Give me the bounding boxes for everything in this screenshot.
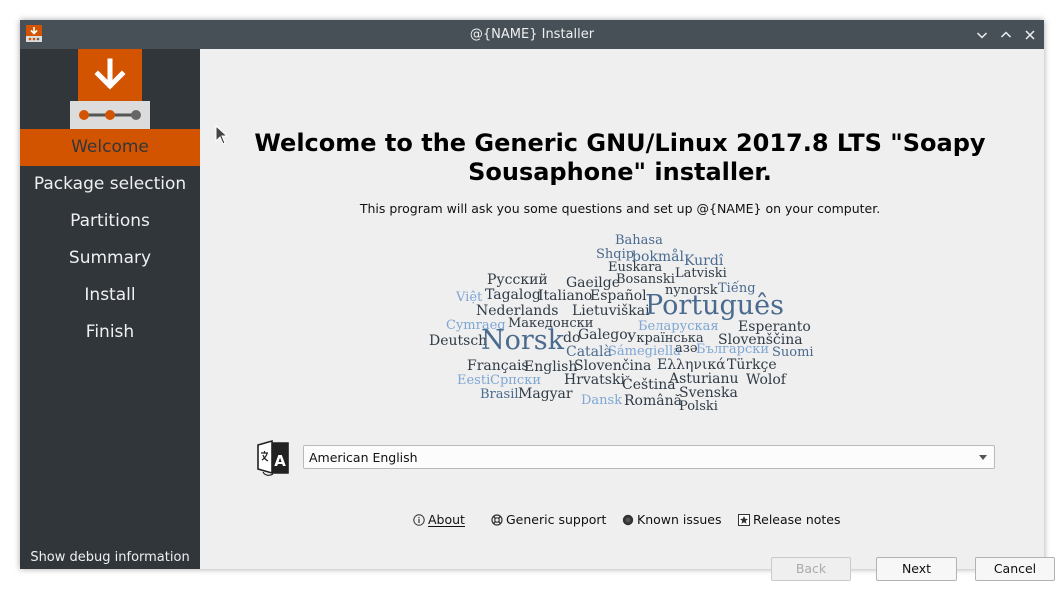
title-bar[interactable]: @{NAME} Installer [20, 20, 1044, 49]
info-links: About Generic support Known issues Relea… [200, 512, 1044, 528]
cloud-word: Magyar [518, 386, 573, 402]
cloud-word: Galego [578, 327, 628, 343]
welcome-subtitle: This program will ask you some questions… [359, 201, 881, 216]
cloud-word: Русский [487, 272, 548, 288]
back-button[interactable]: Back [771, 557, 851, 581]
cloud-word: Wolof [746, 372, 786, 388]
svg-text:A: A [274, 452, 286, 470]
cloud-word: Svenska [679, 385, 738, 401]
step-package-selection: Package selection [33, 174, 187, 194]
cloud-word: Čeština [622, 377, 676, 393]
cloud-word: Italiano [538, 288, 593, 304]
sidebar: Welcome Package selection Partitions Sum… [20, 49, 200, 569]
cloud-word: Български [696, 342, 770, 357]
cloud-word: Suomi [772, 345, 814, 360]
welcome-page: Welcome to the Generic GNU/Linux 2017.8 … [200, 49, 1055, 581]
known-issues-label: Known issues [637, 512, 722, 527]
minimize-button[interactable] [972, 25, 992, 45]
language-select-value: American English [309, 450, 418, 465]
cloud-word: Slovenčina [574, 358, 652, 374]
close-icon [1025, 30, 1035, 40]
cloud-word: Türkçe [727, 357, 777, 373]
mouse-cursor-icon [215, 125, 229, 145]
cloud-word: Asturianu [669, 371, 739, 387]
release-notes-label: Release notes [753, 512, 841, 527]
step-install: Install [84, 285, 136, 305]
cloud-word: Deutsch [429, 333, 488, 349]
step-finish: Finish [85, 322, 135, 342]
about-button[interactable]: About [413, 512, 465, 527]
language-word-cloud: Bahasa Shqip bokmål Kurdî Euskara Latvis… [426, 232, 826, 417]
cloud-word: азә [675, 341, 698, 356]
chevron-up-icon [1000, 31, 1012, 38]
cloud-word: Latviski [675, 266, 727, 281]
window-title: @{NAME} Installer [469, 27, 595, 42]
cloud-word: Norsk [481, 325, 565, 356]
language-select[interactable]: American English [303, 445, 995, 469]
lifebuoy-icon [491, 513, 503, 526]
show-debug-button[interactable]: Show debug information [20, 550, 200, 565]
support-button[interactable]: Generic support [491, 512, 606, 527]
cloud-word: Polski [679, 399, 718, 414]
step-summary: Summary [68, 248, 152, 268]
chevron-down-icon [976, 32, 988, 39]
language-icon: A [257, 439, 289, 476]
support-label: Generic support [506, 512, 607, 527]
cloud-word: Ελληνικά [657, 357, 726, 373]
cloud-word: Français [467, 358, 529, 374]
dropdown-arrow-icon [979, 455, 987, 460]
cloud-word: Català [566, 344, 612, 360]
cloud-word: Tagalog [485, 287, 541, 303]
welcome-title: Welcome to the Generic GNU/Linux 2017.8 … [254, 129, 986, 186]
step-partitions: Partitions [70, 211, 150, 231]
step-list: Welcome Package selection Partitions Sum… [20, 129, 200, 351]
cloud-word: Dansk [581, 393, 623, 408]
cloud-word: Brasil [480, 387, 519, 402]
cloud-word: Bahasa [615, 233, 663, 248]
installer-logo [70, 49, 150, 129]
cloud-word: Português [645, 290, 784, 321]
close-button[interactable] [1020, 25, 1040, 45]
cancel-button[interactable]: Cancel [975, 557, 1055, 581]
cloud-word: Hrvatski [564, 372, 625, 388]
release-notes-icon [738, 513, 750, 526]
cloud-word: Español [590, 288, 647, 304]
step-welcome: Welcome [20, 129, 200, 166]
about-label: About [428, 512, 465, 527]
info-icon [413, 513, 425, 526]
maximize-button[interactable] [996, 25, 1016, 45]
cloud-word: Română [624, 393, 682, 409]
installer-window: @{NAME} Installer Welcome Package select… [20, 20, 1055, 581]
next-button[interactable]: Next [876, 557, 957, 581]
release-notes-button[interactable]: Release notes [738, 512, 841, 527]
cloud-word: Eesti [457, 373, 491, 388]
bug-icon [622, 514, 634, 525]
known-issues-button[interactable]: Known issues [622, 512, 722, 527]
